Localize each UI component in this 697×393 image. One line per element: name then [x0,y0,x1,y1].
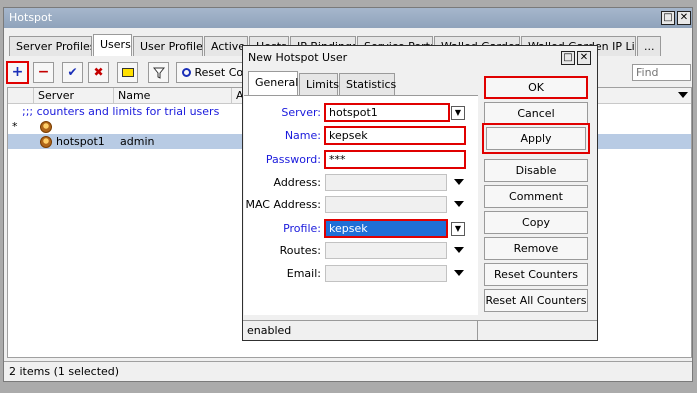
tab-users[interactable]: Users [93,34,132,56]
window-title: Hotspot [4,8,692,28]
new-hotspot-user-dialog: New Hotspot User □ ✕ General Limits Stat… [242,45,598,341]
profile-label: Profile: [283,222,321,235]
disable-button[interactable]: ✖ [88,62,109,83]
profile-dropdown-icon[interactable]: ▼ [451,222,465,236]
filter-icon [153,67,165,79]
status-bar: 2 items (1 selected) [4,361,692,381]
address-expand-icon[interactable] [454,179,464,185]
server-dropdown-icon[interactable]: ▼ [451,106,465,120]
general-form: Server: hotspot1 ▼ Name: kepsek Password… [244,95,478,315]
profile-select[interactable]: kepsek [324,219,448,238]
ok-button[interactable]: OK [484,76,588,99]
reset-counters-label: Reset Co [194,66,244,79]
disable-user-button[interactable]: Disable [484,159,588,182]
enable-button[interactable]: ✔ [62,62,83,83]
mac-address-label: MAC Address: [245,198,321,211]
password-label: Password: [265,153,321,166]
comment-row: ;;; counters and limits for trial users [22,105,220,118]
column-name[interactable]: Name [114,88,232,104]
tab-user-profiles[interactable]: User Profiles [133,36,203,56]
address-label: Address: [273,176,321,189]
reset-all-counters-button[interactable]: Reset All Counters [484,289,588,312]
comment-icon [122,68,134,77]
routes-expand-icon[interactable] [454,247,464,253]
name-field[interactable]: kepsek [324,126,466,145]
cancel-button[interactable]: Cancel [484,102,588,125]
column-server[interactable]: Server [34,88,114,104]
name-label: Name: [284,129,321,142]
routes-label: Routes: [279,244,321,257]
tab-general[interactable]: General [248,71,298,96]
dialog-minimize-button[interactable]: □ [561,51,575,65]
minimize-button[interactable]: □ [661,11,675,25]
mac-address-field[interactable] [325,196,447,213]
row-flag: * [12,120,18,133]
server-select[interactable]: hotspot1 [324,103,450,122]
row-name: admin [120,135,155,148]
comment-button[interactable] [117,62,138,83]
tab-statistics[interactable]: Statistics [339,73,396,95]
close-button[interactable]: ✕ [677,11,691,25]
email-field[interactable] [325,265,447,282]
remove-user-button[interactable]: Remove [484,237,588,260]
dialog-status-text: enabled [247,324,292,337]
routes-field[interactable] [325,242,447,259]
user-icon [40,121,52,133]
item-count: 2 items (1 selected) [9,365,120,378]
row-server: hotspot1 [56,135,105,148]
add-button[interactable]: + [6,61,29,84]
email-expand-icon[interactable] [454,270,464,276]
column-flag[interactable] [8,88,34,104]
dialog-title: New Hotspot User [243,46,597,68]
comment-user-button[interactable]: Comment [484,185,588,208]
find-input[interactable] [632,64,691,81]
tab-server-profiles[interactable]: Server Profiles [9,36,92,56]
password-field[interactable]: *** [324,150,466,169]
address-field[interactable] [325,174,447,191]
mac-address-expand-icon[interactable] [454,201,464,207]
server-label: Server: [281,106,321,119]
tab-limits[interactable]: Limits [299,73,339,95]
filter-button[interactable] [148,62,169,83]
apply-button[interactable]: Apply [482,123,590,154]
reset-counters-button[interactable]: Reset Co [176,62,248,83]
tab-more[interactable]: ... [637,36,661,56]
reset-counters-dialog-button[interactable]: Reset Counters [484,263,588,286]
email-label: Email: [286,267,321,280]
refresh-icon [182,68,191,77]
status-divider [477,321,478,340]
copy-button[interactable]: Copy [484,211,588,234]
columns-dropdown-icon[interactable] [678,92,688,98]
remove-button[interactable]: − [33,62,54,83]
user-icon [40,136,52,148]
dialog-status-bar: enabled [243,320,597,340]
dialog-close-button[interactable]: ✕ [577,51,591,65]
